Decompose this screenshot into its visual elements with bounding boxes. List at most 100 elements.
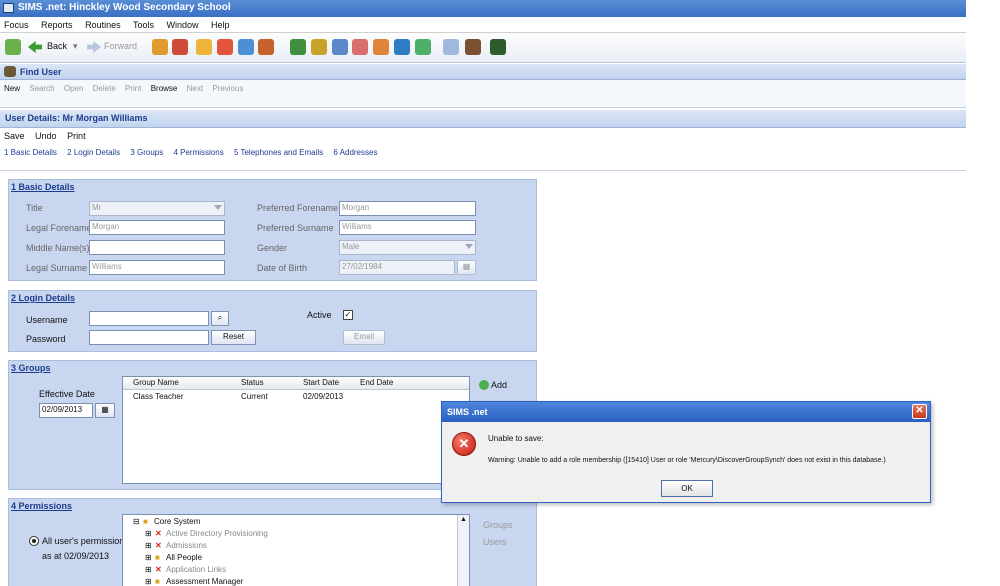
- mail-icon[interactable]: [443, 39, 459, 55]
- link-basic-details[interactable]: 1 Basic Details: [4, 148, 57, 157]
- tree-expander[interactable]: ⊟: [133, 517, 140, 526]
- link-telephones[interactable]: 5 Telephones and Emails: [234, 148, 323, 157]
- radio-dot: [32, 539, 36, 543]
- all-permissions-label: All user's permissions: [42, 536, 129, 546]
- report-icon[interactable]: [238, 39, 254, 55]
- all-permissions-radio[interactable]: [29, 536, 39, 546]
- effective-date-label: Effective Date: [39, 389, 95, 399]
- back-arrow-icon[interactable]: [28, 41, 42, 53]
- dialog-message-1: Unable to save:: [488, 434, 544, 443]
- staff-icon[interactable]: [394, 39, 410, 55]
- window-title: SIMS .net: Hinckley Wood Secondary Schoo…: [18, 2, 231, 13]
- col-status: Status: [241, 378, 264, 387]
- tree-scrollbar[interactable]: ▲: [457, 515, 469, 586]
- forward-button: Forward: [104, 41, 138, 51]
- tree-expander[interactable]: ⊞: [145, 565, 152, 574]
- notebook-icon[interactable]: [196, 39, 212, 55]
- menu-window[interactable]: Window: [166, 20, 198, 30]
- middle-name-field[interactable]: [89, 240, 225, 255]
- tree-all-people[interactable]: All People: [166, 553, 202, 562]
- previous-button: Previous: [212, 84, 244, 93]
- delete-button: Delete: [92, 84, 116, 93]
- close-icon[interactable]: ✕: [912, 404, 927, 419]
- denied-icon: ✕: [155, 541, 162, 550]
- link-login-details[interactable]: 2 Login Details: [67, 148, 120, 157]
- search-icon[interactable]: ⌕: [211, 311, 229, 326]
- print-button[interactable]: Print: [67, 131, 86, 141]
- calendar-icon[interactable]: ▦: [95, 403, 115, 418]
- find-user-header: Find User: [0, 64, 966, 80]
- legal-surname-label: Legal Surname: [26, 263, 88, 273]
- tree-active-directory[interactable]: Active Directory Provisioning: [166, 529, 268, 538]
- undo-button[interactable]: Undo: [35, 131, 57, 141]
- menu-reports[interactable]: Reports: [41, 20, 73, 30]
- user-details-title: User Details: Mr Morgan Williams: [5, 113, 148, 123]
- menu-focus[interactable]: Focus: [4, 20, 29, 30]
- password-field[interactable]: [89, 330, 209, 345]
- reset-button[interactable]: Reset: [211, 330, 256, 345]
- tree-expander[interactable]: ⊞: [145, 529, 152, 538]
- find-user-icon: [4, 66, 16, 77]
- pref-surname-field[interactable]: Williams: [339, 220, 476, 235]
- browse-button[interactable]: Browse: [151, 84, 178, 93]
- legal-surname-field[interactable]: Williams: [89, 260, 225, 275]
- document-icon[interactable]: [332, 39, 348, 55]
- tree-expander[interactable]: ⊞: [145, 553, 152, 562]
- family-icon[interactable]: [258, 39, 274, 55]
- tree-core-system[interactable]: Core System: [154, 517, 200, 526]
- users-button: Users: [483, 537, 507, 547]
- divider: [0, 170, 966, 171]
- menu-routines[interactable]: Routines: [85, 20, 121, 30]
- tree-expander[interactable]: ⊞: [145, 577, 152, 586]
- link-groups[interactable]: 3 Groups: [130, 148, 163, 157]
- effective-date-field[interactable]: 02/09/2013: [39, 403, 93, 418]
- search-button: Search: [29, 84, 55, 93]
- active-checkbox[interactable]: ✓: [343, 310, 353, 320]
- scroll-up-icon[interactable]: ▲: [460, 516, 467, 523]
- timetable-icon[interactable]: [290, 39, 306, 55]
- new-button[interactable]: New: [4, 84, 20, 93]
- add-button[interactable]: Add: [491, 380, 507, 390]
- gender-value: Male: [342, 242, 360, 251]
- username-field[interactable]: [89, 311, 209, 326]
- save-button[interactable]: Save: [4, 131, 25, 141]
- menu-tools[interactable]: Tools: [133, 20, 154, 30]
- folder-icon: ■: [155, 553, 160, 562]
- as-at-label: as at 02/09/2013: [42, 551, 110, 561]
- tree-admissions[interactable]: Admissions: [166, 541, 207, 550]
- find-user-title: Find User: [20, 67, 62, 77]
- legal-forename-field[interactable]: Morgan: [89, 220, 225, 235]
- permissions-section: 4 Permissions All user's permissions as …: [8, 498, 537, 586]
- link-addresses[interactable]: 6 Addresses: [333, 148, 377, 157]
- link-permissions[interactable]: 4 Permissions: [173, 148, 223, 157]
- flag-icon[interactable]: [217, 39, 233, 55]
- table-row[interactable]: Class Teacher Current 02/09/2013: [123, 392, 469, 404]
- main-toolbar: Back ▾ Forward: [0, 33, 966, 63]
- globe-icon[interactable]: [415, 39, 431, 55]
- error-dialog: SIMS .net ✕ ✕ Unable to save: Warning: U…: [441, 401, 931, 503]
- folder-icon: ■: [143, 517, 148, 526]
- menu-bar: Focus Reports Routines Tools Window Help: [0, 17, 966, 33]
- add-icon[interactable]: [479, 380, 489, 390]
- menu-help[interactable]: Help: [211, 20, 230, 30]
- dialog-message-2: Warning: Unable to add a role membership…: [488, 457, 886, 464]
- print-button-find: Print: [125, 84, 142, 93]
- reset-label: Reset: [223, 332, 244, 341]
- bus-icon[interactable]: [465, 39, 481, 55]
- tree-icon[interactable]: [490, 39, 506, 55]
- person-icon[interactable]: [172, 39, 188, 55]
- building-icon[interactable]: [352, 39, 368, 55]
- pref-forename-field[interactable]: Morgan: [339, 201, 476, 216]
- home-icon[interactable]: [5, 39, 21, 55]
- tree-expander[interactable]: ⊞: [145, 541, 152, 550]
- chart-icon[interactable]: [311, 39, 327, 55]
- tree-assessment-manager[interactable]: Assessment Manager: [166, 577, 243, 586]
- back-dropdown-icon[interactable]: ▾: [73, 41, 78, 52]
- people-icon[interactable]: [152, 39, 168, 55]
- clipboard-icon[interactable]: [373, 39, 389, 55]
- back-button[interactable]: Back: [47, 41, 67, 51]
- tree-application-links[interactable]: Application Links: [166, 565, 226, 574]
- ok-button[interactable]: OK: [661, 480, 713, 497]
- permissions-heading: 4 Permissions: [11, 501, 73, 511]
- section-links: 1 Basic Details 2 Login Details 3 Groups…: [4, 148, 377, 157]
